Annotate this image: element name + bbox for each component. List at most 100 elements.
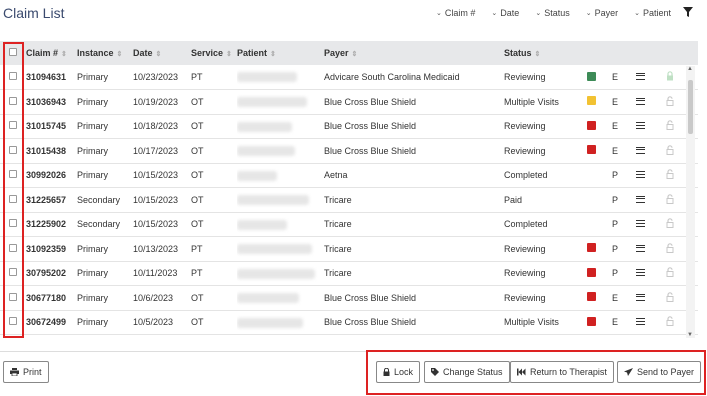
chevron-down-icon: ⌄ [585,10,592,17]
table-scrollbar[interactable]: ▲ ▼ [686,66,695,338]
unlock-icon[interactable] [666,95,674,106]
table-row[interactable]: 30672499 Primary 10/5/2023 OT Blue Cross Blu… [0,310,698,335]
chevron-down-icon: ⌄ [634,10,640,17]
unlock-icon[interactable] [666,316,674,327]
print-label: Print [23,367,42,377]
menu-icon[interactable] [636,318,645,326]
patient-name-redacted [237,268,315,279]
table-row[interactable]: 31225902 Secondary 10/15/2023 OT Tricare Comp… [0,212,698,237]
menu-icon[interactable] [636,293,645,301]
header-label: Instance [77,48,114,58]
menu-icon[interactable] [636,220,645,228]
flag-cell [587,286,612,311]
claim-number[interactable]: 31015438 [26,139,77,164]
claim-number[interactable]: 31015745 [26,114,77,139]
claim-number[interactable]: 31225657 [26,188,77,213]
page-title: Claim List [3,5,65,21]
menu-icon[interactable] [636,195,645,203]
sort-label: Patient [642,8,671,18]
claim-type: E [612,292,619,303]
sort-icon: ⇕ [351,51,358,58]
service: OT [191,292,204,303]
lock-icon[interactable] [666,71,674,81]
table-row[interactable]: 30795202 Primary 10/11/2023 PT Tricare Review… [0,261,698,286]
menu-icon[interactable] [636,171,645,179]
menu-icon[interactable] [636,122,645,130]
column-header-instance[interactable]: Instance ⇕ [77,41,133,65]
patient-cell [237,286,324,311]
claim-number[interactable]: 31225902 [26,212,77,237]
column-header-date[interactable]: Date ⇕ [133,41,191,65]
return-to-therapist-button[interactable]: Return to Therapist [510,361,614,383]
table-row[interactable]: 31015745 Primary 10/18/2023 OT Blue Cross Bl… [0,114,698,139]
lock-button[interactable]: Lock [376,361,421,383]
unlock-icon[interactable] [666,193,674,204]
claim-number[interactable]: 30677180 [26,286,77,311]
claim-type: E [612,121,619,132]
sort-status[interactable]: ⌄ Status [535,8,569,18]
table-row[interactable]: 31036943 Primary 10/19/2023 OT Blue Cross Bl… [0,90,698,115]
sort-claim[interactable]: ⌄ Claim # [436,8,475,18]
send-icon [624,368,633,376]
claim-number[interactable]: 30795202 [26,261,77,286]
table-row[interactable]: 30677180 Primary 10/6/2023 OT Blue Cross Blu… [0,286,698,311]
sort-label: Status [544,8,570,18]
filter-icon[interactable] [682,6,694,18]
status: Reviewing [504,121,546,132]
flag-cell [587,90,612,115]
patient-name-redacted [237,293,299,304]
table-row[interactable]: 31015438 Primary 10/17/2023 OT Blue Cross Bl… [0,139,698,164]
claim-number[interactable]: 31036943 [26,90,77,115]
fast-backward-icon [517,368,526,376]
column-header-service[interactable]: Service ⇕ [191,41,237,65]
unlock-icon[interactable] [666,267,674,278]
unlock-icon[interactable] [666,144,674,155]
payer: Blue Cross Blue Shield [324,317,417,328]
menu-icon[interactable] [636,244,645,252]
header-label: Status [504,48,532,58]
menu-icon[interactable] [636,97,645,105]
service: PT [191,72,203,82]
unlock-icon[interactable] [666,120,674,131]
scroll-up-arrow-icon[interactable]: ▲ [687,66,693,72]
claim-number[interactable]: 30672499 [26,310,77,335]
table-row[interactable]: 30992026 Primary 10/15/2023 OT Aetna Complete… [0,163,698,188]
menu-icon[interactable] [636,73,645,80]
unlock-icon[interactable] [666,291,674,302]
menu-icon[interactable] [636,146,645,154]
column-header-patient[interactable]: Patient ⇕ [237,41,324,65]
change-status-button[interactable]: Change Status [424,361,510,383]
date: 10/23/2023 [133,72,179,82]
column-header-claim[interactable]: Claim # ⇕ [26,41,77,65]
table-row[interactable]: 31094631 Primary 10/23/2023 PT Advicare Sout… [0,65,698,90]
unlock-icon[interactable] [666,218,674,229]
patient-cell [237,212,324,237]
sort-date[interactable]: ⌄ Date [491,8,519,18]
status-flag-icon [587,145,596,155]
column-header-status[interactable]: Status ⇕ [504,41,587,65]
sort-label: Date [500,8,520,18]
sort-patient[interactable]: ⌄ Patient [634,8,671,18]
menu-icon[interactable] [636,269,645,277]
flag-cell [587,139,612,164]
table-row[interactable]: 31092359 Primary 10/13/2023 PT Tricare Review… [0,237,698,262]
claim-number[interactable]: 31092359 [26,237,77,262]
chevron-down-icon: ⌄ [535,10,542,17]
scroll-down-arrow-icon[interactable]: ▼ [687,332,693,338]
claim-number[interactable]: 30992026 [26,163,77,188]
unlock-icon[interactable] [666,169,674,180]
scroll-thumb[interactable] [688,80,693,134]
claims-table-container: Claim # ⇕ Instance ⇕ Date ⇕ Service ⇕ Patien… [0,41,698,338]
sort-payer[interactable]: ⌄ Payer [586,8,618,18]
status: Reviewing [504,292,546,303]
claim-type: E [612,317,619,328]
unlock-icon[interactable] [666,242,674,253]
claim-number[interactable]: 31094631 [26,65,77,90]
print-button[interactable]: Print [3,361,49,383]
return-to-therapist-label: Return to Therapist [530,367,607,377]
send-to-payer-button[interactable]: Send to Payer [617,361,702,383]
status: Multiple Visits [504,96,559,107]
column-header-payer[interactable]: Payer ⇕ [324,41,504,65]
patient-cell [237,65,324,90]
table-row[interactable]: 31225657 Secondary 10/15/2023 OT Tricare Paid… [0,188,698,213]
